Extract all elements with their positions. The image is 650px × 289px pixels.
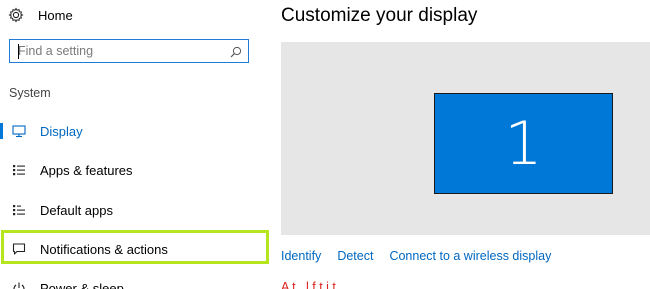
page-title: Customize your display [281, 5, 478, 26]
default-apps-icon [12, 203, 26, 217]
gear-icon [8, 7, 24, 23]
apps-list-icon [12, 163, 26, 177]
section-heading-system: System [9, 86, 51, 100]
settings-window: Home System Display [0, 0, 650, 289]
warning-text-cut-off: A t , l f t i t [281, 280, 336, 289]
sidebar-item-apps-features[interactable]: Apps & features [0, 155, 270, 185]
sidebar-item-power-sleep[interactable]: Power & sleep [0, 273, 270, 289]
search-box[interactable] [9, 39, 249, 63]
search-input[interactable] [18, 44, 230, 58]
sidebar-item-label: Default apps [40, 202, 113, 218]
display-arrangement-area: 1 [281, 42, 650, 235]
text-caret [18, 44, 19, 59]
connect-wireless-display-link[interactable]: Connect to a wireless display [389, 249, 551, 263]
active-indicator [0, 123, 3, 139]
sidebar: Home System Display [0, 0, 270, 289]
identify-link[interactable]: Identify [281, 249, 321, 263]
display-links: Identify Detect Connect to a wireless di… [281, 249, 567, 263]
power-icon [12, 281, 26, 289]
highlight-box [1, 230, 269, 264]
home-nav-item[interactable]: Home [8, 4, 73, 26]
home-label: Home [38, 7, 73, 23]
detect-link[interactable]: Detect [337, 249, 373, 263]
search-icon[interactable] [230, 45, 242, 58]
monitor-number: 1 [504, 108, 543, 179]
sidebar-item-default-apps[interactable]: Default apps [0, 195, 270, 225]
sidebar-item-display[interactable]: Display [0, 116, 270, 146]
monitor-1-tile[interactable]: 1 [434, 93, 613, 194]
monitor-icon [12, 124, 26, 138]
sidebar-item-label: Apps & features [40, 162, 133, 178]
sidebar-item-label: Display [40, 123, 83, 139]
sidebar-item-label: Power & sleep [40, 280, 124, 289]
